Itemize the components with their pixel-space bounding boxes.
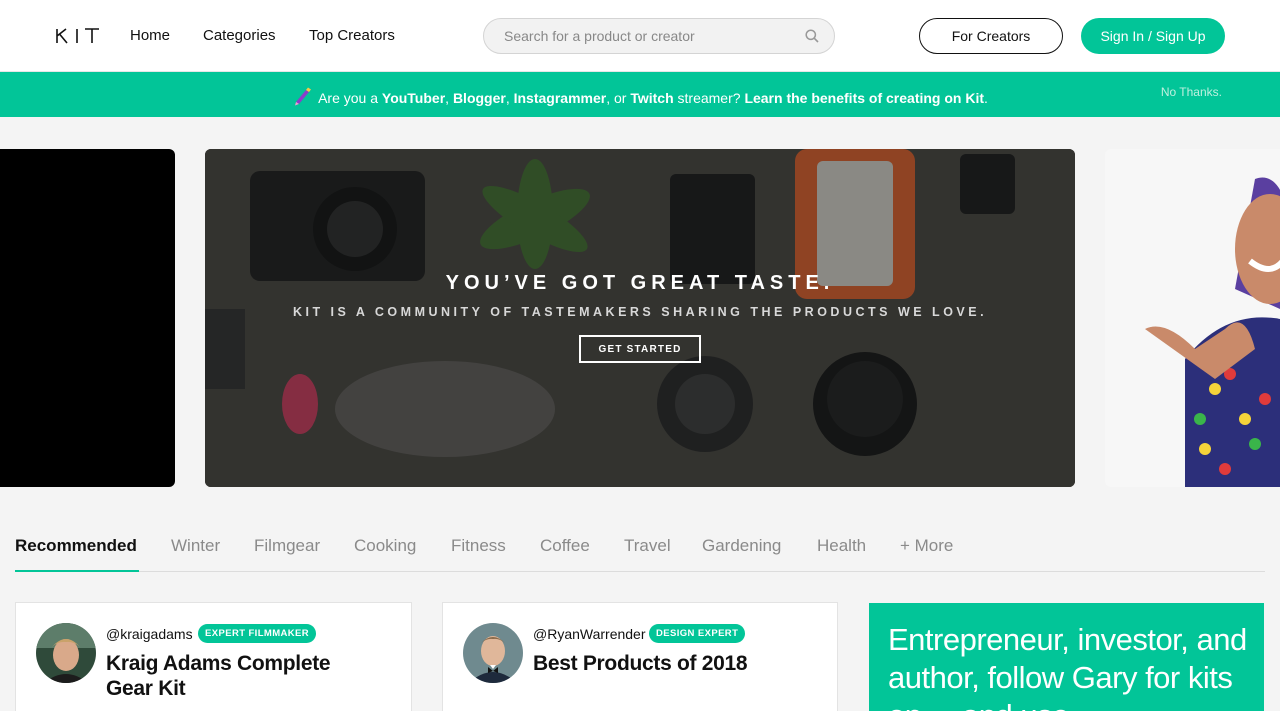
avatar[interactable] [36, 623, 96, 683]
creator-banner: Are you a YouTuber, Blogger, Instagramme… [0, 72, 1280, 117]
banner-mid: streamer? [673, 90, 745, 106]
tab-travel[interactable]: Travel [624, 536, 671, 556]
search-input[interactable] [504, 19, 794, 53]
creator-handle[interactable]: @kraigadams [106, 626, 193, 642]
get-started-button[interactable]: GET STARTED [579, 335, 701, 363]
banner-prefix: Are you a [318, 90, 382, 106]
creator-handle[interactable]: @RyanWarrender [533, 626, 646, 642]
creator-photo [1105, 149, 1280, 487]
expert-badge: DESIGN EXPERT [649, 624, 746, 643]
tab-more[interactable]: + More [900, 536, 953, 556]
nav-top-creators[interactable]: Top Creators [309, 27, 395, 44]
banner-message: Are you a YouTuber, Blogger, Instagramme… [0, 86, 1280, 109]
banner-twitch: Twitch [630, 90, 674, 106]
banner-learn-more-link[interactable]: Learn the benefits of creating on Kit [744, 90, 984, 106]
category-tabs: Recommended Winter Filmgear Cooking Fitn… [15, 536, 1265, 572]
hero-subtitle: KIT IS A COMMUNITY OF TASTEMAKERS SHARIN… [292, 305, 988, 319]
banner-instagrammer: Instagrammer [513, 90, 607, 106]
carousel-slide-next[interactable] [1105, 149, 1280, 487]
sign-in-button[interactable]: Sign In / Sign Up [1081, 18, 1225, 54]
crayon-icon [292, 86, 312, 109]
search-icon[interactable] [805, 29, 819, 48]
nav-categories[interactable]: Categories [203, 27, 276, 44]
banner-sep: , or [606, 90, 631, 106]
tab-gardening[interactable]: Gardening [702, 536, 781, 556]
promo-text: Entrepreneur, investor, and author, foll… [888, 622, 1247, 711]
search-bar [483, 18, 835, 54]
hero-title: YOU’VE GOT GREAT TASTE. [445, 272, 835, 294]
for-creators-button[interactable]: For Creators [919, 18, 1063, 54]
banner-suffix: . [984, 90, 988, 106]
tab-cooking[interactable]: Cooking [354, 536, 416, 556]
kit-card[interactable]: @RyanWarrender DESIGN EXPERT Best Produc… [442, 602, 838, 711]
banner-sep: , [505, 90, 514, 106]
site-header: Home Categories Top Creators For Creator… [0, 0, 1280, 72]
tab-fitness[interactable]: Fitness [451, 536, 506, 556]
tab-filmgear[interactable]: Filmgear [254, 536, 320, 556]
kit-logo[interactable] [55, 26, 101, 46]
avatar[interactable] [463, 623, 523, 683]
kit-card[interactable]: @kraigadams EXPERT FILMMAKER Kraig Adams… [15, 602, 412, 711]
kit-logo-mark [56, 28, 99, 44]
tab-winter[interactable]: Winter [171, 536, 220, 556]
active-tab-indicator [15, 570, 139, 572]
tab-health[interactable]: Health [817, 536, 866, 556]
banner-youtuber: YouTuber [381, 90, 446, 106]
tab-recommended[interactable]: Recommended [15, 536, 137, 556]
tab-coffee[interactable]: Coffee [540, 536, 590, 556]
banner-blogger: Blogger [452, 90, 506, 106]
expert-badge: EXPERT FILMMAKER [198, 624, 317, 643]
banner-sep: , [445, 90, 453, 106]
kit-title[interactable]: Best Products of 2018 [533, 651, 803, 676]
carousel-slide-previous[interactable] [0, 149, 175, 487]
featured-creator-promo[interactable]: Entrepreneur, investor, and author, foll… [869, 603, 1264, 711]
nav-home[interactable]: Home [130, 27, 170, 44]
dismiss-banner-link[interactable]: No Thanks. [1161, 85, 1222, 99]
hero-slide: YOU’VE GOT GREAT TASTE. KIT IS A COMMUNI… [205, 149, 1075, 487]
kit-title[interactable]: Kraig Adams Complete Gear Kit [106, 651, 376, 701]
